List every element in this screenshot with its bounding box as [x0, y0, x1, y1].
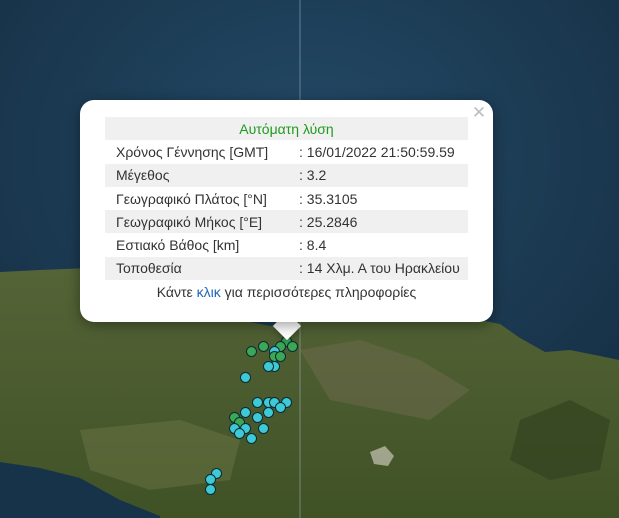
event-popup: ✕ Αυτόματη λύση Χρόνος Γέννησης [GMT] : 1…	[80, 100, 493, 322]
earthquake-marker[interactable]	[251, 397, 263, 409]
row-value: : 25.2846	[299, 213, 358, 230]
row-value: : 16/01/2022 21:50:59.59	[299, 143, 455, 160]
table-row: Χρόνος Γέννησης [GMT] : 16/01/2022 21:50:…	[105, 140, 468, 163]
more-info-line: Κάντε κλικ για περισσότερες πληροφορίες	[80, 284, 493, 300]
table-row: Μέγεθος : 3.2	[105, 163, 468, 187]
earthquake-marker[interactable]	[205, 483, 217, 495]
event-details-table: Αυτόματη λύση Χρόνος Γέννησης [GMT] : 16/…	[105, 117, 468, 281]
table-row: Τοποθεσία : 14 Χλμ. Α του Ηρακλείου	[105, 256, 468, 281]
row-value: : 35.3105	[299, 190, 358, 207]
table-header-row: Αυτόματη λύση	[105, 117, 468, 141]
row-label: Γεωγραφικό Μήκος [°E]	[116, 213, 263, 230]
earthquake-marker[interactable]	[275, 402, 287, 414]
close-icon[interactable]: ✕	[470, 104, 488, 122]
more-info-prefix: Κάντε	[156, 284, 197, 300]
row-label: Χρόνος Γέννησης [GMT]	[116, 143, 269, 160]
row-value: : 3.2	[299, 167, 327, 184]
earthquake-marker[interactable]	[205, 473, 217, 485]
table-row: Γεωγραφικό Μήκος [°E] : 25.2846	[105, 210, 468, 234]
table-row: Γεωγραφικό Πλάτος [°N] : 35.3105	[105, 187, 468, 210]
earthquake-marker[interactable]	[246, 346, 258, 358]
row-label: Μέγεθος	[116, 167, 170, 184]
earthquake-marker[interactable]	[263, 407, 275, 419]
row-label: Τοποθεσία	[116, 260, 182, 277]
solution-type: Αυτόματη λύση	[239, 120, 334, 137]
row-value: : 14 Χλμ. Α του Ηρακλείου	[299, 260, 460, 277]
more-info-suffix: για περισσότερες πληροφορίες	[220, 284, 417, 300]
more-info-link[interactable]: κλικ	[197, 284, 221, 300]
earthquake-marker[interactable]	[257, 422, 269, 434]
row-label: Γεωγραφικό Πλάτος [°N]	[116, 190, 267, 207]
earthquake-marker[interactable]	[234, 427, 246, 439]
earthquake-marker[interactable]	[240, 371, 252, 383]
earthquake-marker[interactable]	[257, 340, 269, 352]
earthquake-marker[interactable]	[286, 340, 298, 352]
earthquake-marker[interactable]	[246, 432, 258, 444]
earthquake-marker[interactable]	[251, 412, 263, 424]
row-value: : 8.4	[299, 237, 327, 254]
row-label: Εστιακό Βάθος [km]	[116, 237, 240, 254]
table-row: Εστιακό Βάθος [km] : 8.4	[105, 233, 468, 256]
